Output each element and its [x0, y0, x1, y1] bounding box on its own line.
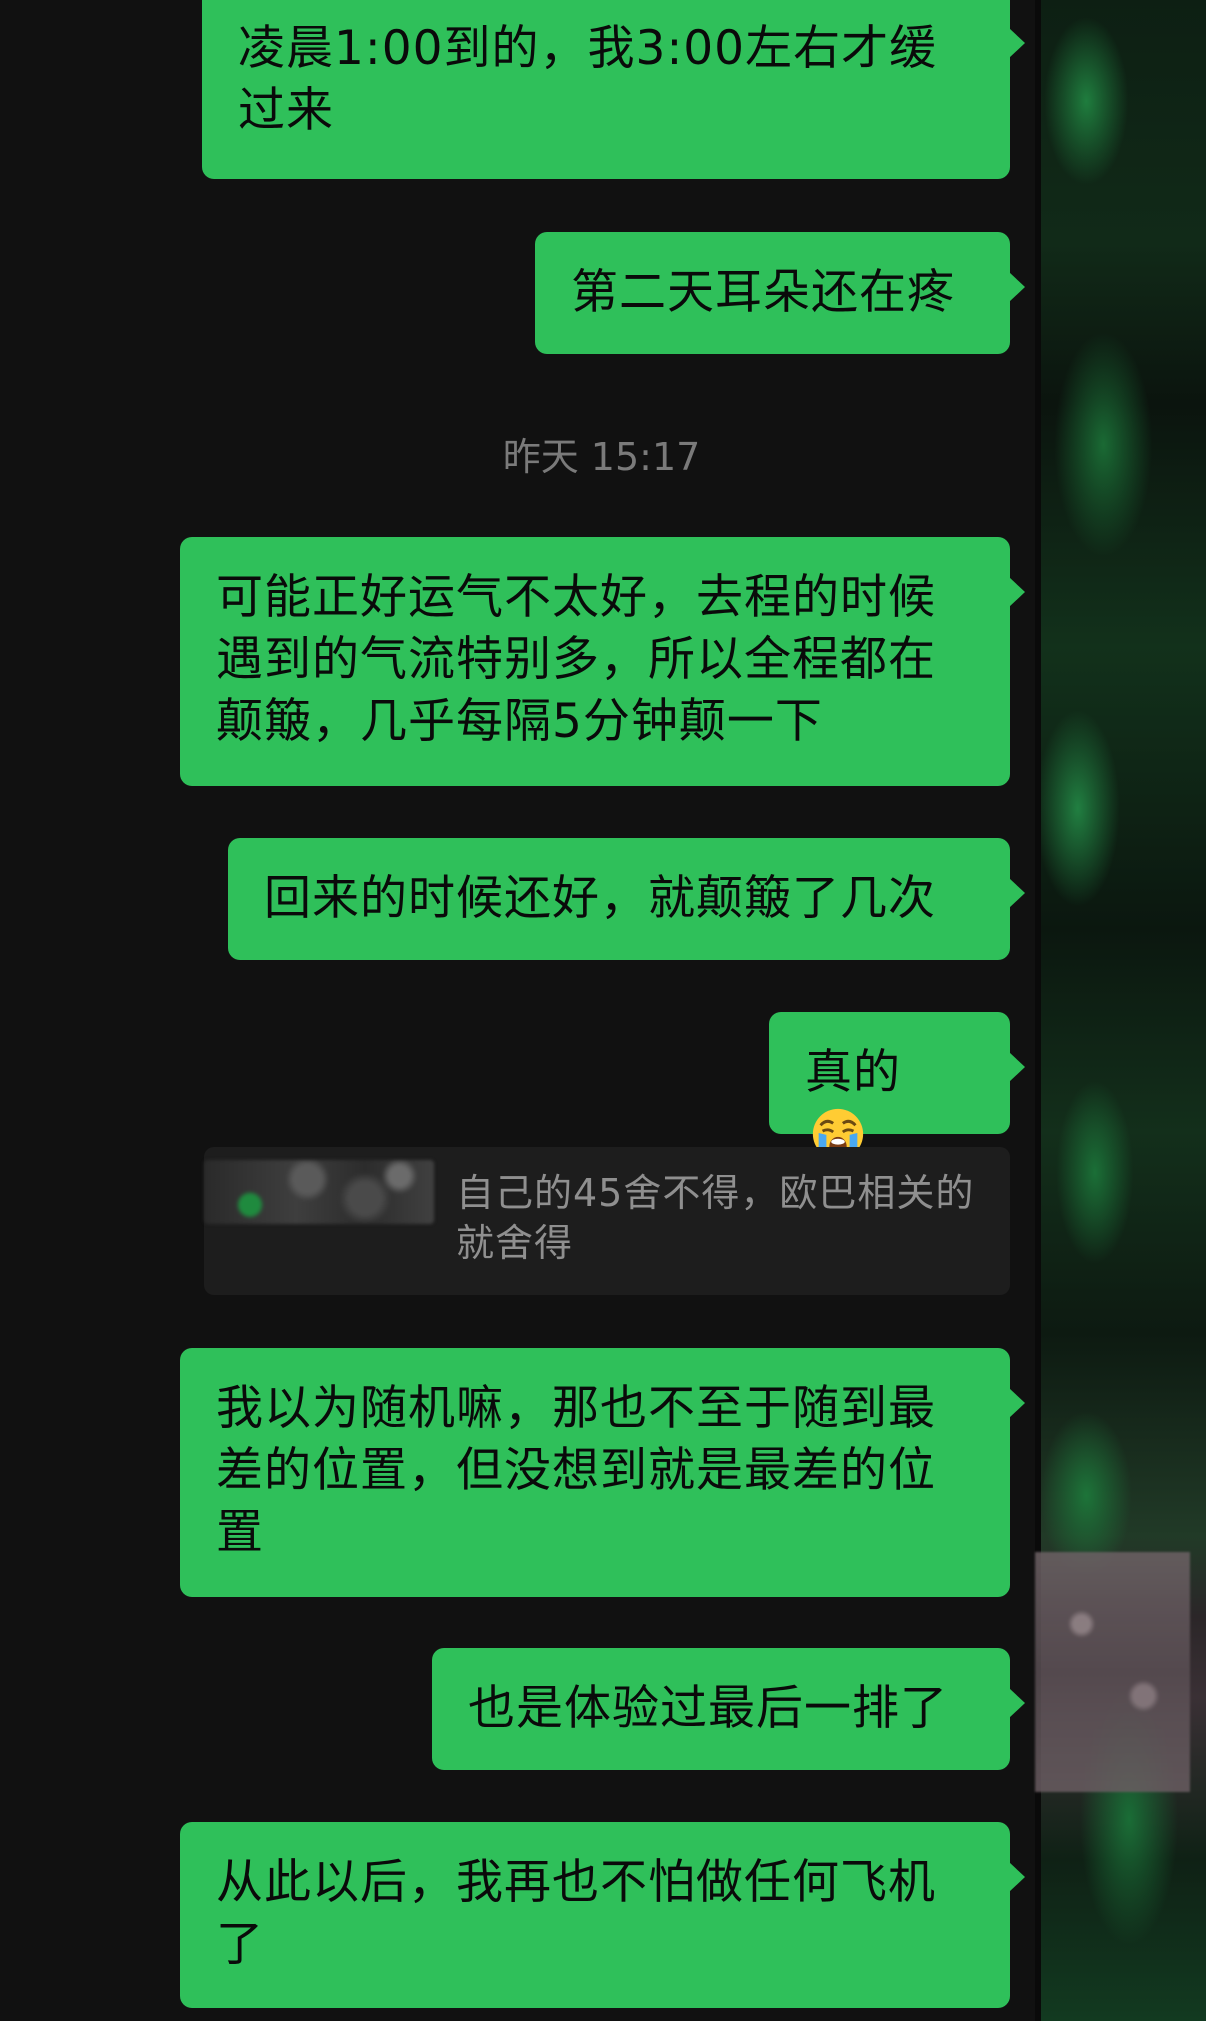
message-text: 第二天耳朵还在疼 [571, 265, 955, 320]
background-wallpaper-strip [1035, 0, 1206, 2021]
timestamp-divider: 昨天 15:17 [0, 432, 1206, 482]
chat-thread[interactable]: 凌晨1:00到的，我3:00左右才缓过来 第二天耳朵还在疼 昨天 15:17 可… [0, 0, 1035, 2021]
message-bubble-5[interactable]: 真的 [769, 1012, 1025, 1160]
message-bubble-3[interactable]: 可能正好运气不太好，去程的时候遇到的气流特别多，所以全程都在颠簸，几乎每隔5分钟… [180, 537, 1025, 786]
message-text: 凌晨1:00到的，我3:00左右才缓过来 [238, 21, 938, 138]
timestamp-text: 昨天 15:17 [502, 435, 701, 479]
message-text: 我以为随机嘛，那也不至于随到最差的位置，但没想到就是最差的位置 [216, 1381, 936, 1560]
quoted-text: 自己的45舍不得，欧巴相关的就舍得 [456, 1171, 975, 1265]
message-bubble-6[interactable]: 我以为随机嘛，那也不至于随到最差的位置，但没想到就是最差的位置 [180, 1348, 1025, 1597]
message-bubble-4[interactable]: 回来的时候还好，就颠簸了几次 [228, 838, 1025, 960]
message-text: 回来的时候还好，就颠簸了几次 [264, 871, 936, 926]
message-text: 可能正好运气不太好，去程的时候遇到的气流特别多，所以全程都在颠簸，几乎每隔5分钟… [216, 570, 936, 749]
wallpaper-texture-patch [1035, 1552, 1190, 1792]
redacted-avatar-blur [204, 1160, 434, 1224]
message-text: 真的 [805, 1045, 901, 1100]
quoted-message[interactable]: 自己的45舍不得，欧巴相关的就舍得 [204, 1147, 1010, 1295]
message-text: 从此以后，我再也不怕做任何飞机了 [216, 1855, 936, 1972]
message-bubble-8[interactable]: 从此以后，我再也不怕做任何飞机了 [180, 1822, 1025, 2008]
message-bubble-2[interactable]: 第二天耳朵还在疼 [535, 232, 1025, 354]
message-bubble-1[interactable]: 凌晨1:00到的，我3:00左右才缓过来 [202, 0, 1025, 179]
message-bubble-7[interactable]: 也是体验过最后一排了 [432, 1648, 1025, 1770]
message-text: 也是体验过最后一排了 [468, 1681, 948, 1736]
